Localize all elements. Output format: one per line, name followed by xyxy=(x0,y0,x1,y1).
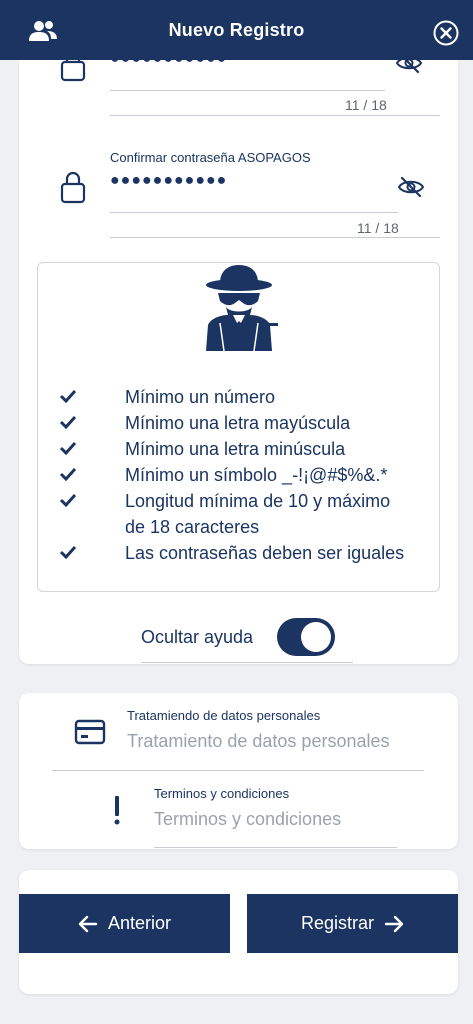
register-button[interactable]: Registrar xyxy=(247,894,458,953)
hide-help-label: Ocultar ayuda xyxy=(141,627,254,647)
confirm-underline xyxy=(110,212,398,213)
rule-uppercase: Mínimo una letra mayúscula xyxy=(37,410,440,436)
spy-icon xyxy=(206,265,278,352)
rule-length-continued: de 18 caracteres xyxy=(125,517,260,537)
lock-icon xyxy=(60,171,86,204)
confirm-password-input[interactable]: ●●●●●●●●●●● xyxy=(110,172,227,190)
exclamation-icon xyxy=(114,796,120,825)
arrow-left-icon xyxy=(78,915,98,932)
app-header: Nuevo Registro xyxy=(0,0,473,60)
confirm-divider xyxy=(110,237,440,238)
previous-button[interactable]: Anterior xyxy=(19,894,230,953)
check-icon xyxy=(59,389,77,403)
confirm-counter: 11 / 18 xyxy=(357,220,399,236)
rule-number: Mínimo un número xyxy=(37,384,440,410)
eye-off-icon[interactable] xyxy=(397,176,425,198)
data-treatment-input[interactable]: Tratamiento de datos personales xyxy=(127,731,390,752)
confirm-password-label: Confirmar contraseña ASOPAGOS xyxy=(110,150,311,165)
close-icon[interactable] xyxy=(433,20,459,46)
data-treatment-label: Tratamiendo de datos personales xyxy=(127,708,321,723)
rule-lowercase: Mínimo una letra minúscula xyxy=(37,436,440,462)
check-icon xyxy=(59,467,77,481)
check-icon xyxy=(59,493,77,507)
rule-symbol: Mínimo un símbolo _-!¡@#$%&.* xyxy=(37,462,440,488)
arrow-right-icon xyxy=(384,915,404,932)
password-underline xyxy=(110,90,385,91)
rule-length: Longitud mínima de 10 y máximo xyxy=(37,488,440,514)
register-button-label: Registrar xyxy=(300,913,375,933)
rule-match: Las contraseñas deben ser iguales xyxy=(37,540,440,566)
hide-help-toggle[interactable] xyxy=(277,618,335,656)
check-icon xyxy=(59,441,77,455)
conditions-label: Terminos y condiciones xyxy=(154,786,290,801)
data-treatment-underline xyxy=(52,770,424,771)
users-icon[interactable] xyxy=(28,20,58,42)
toggle-knob xyxy=(301,622,331,652)
check-icon xyxy=(59,545,77,559)
credit-card-icon xyxy=(74,719,106,745)
page-title: Nuevo Registro xyxy=(168,19,305,40)
toggle-underline xyxy=(141,662,353,663)
conditions-underline xyxy=(154,847,397,848)
conditions-input[interactable]: Terminos y condiciones xyxy=(154,809,341,830)
password-counter: 11 / 18 xyxy=(345,97,387,113)
check-icon xyxy=(59,415,77,429)
password-divider xyxy=(110,115,440,116)
previous-button-label: Anterior xyxy=(107,913,172,933)
